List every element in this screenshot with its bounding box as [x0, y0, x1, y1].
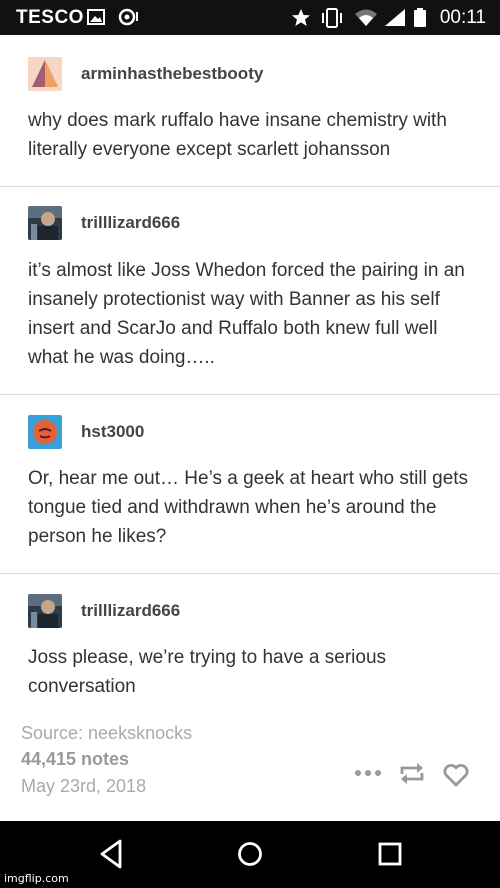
- avatar-pyramid-icon: [28, 57, 62, 91]
- post-text: Joss please, we’re trying to have a seri…: [28, 647, 387, 697]
- notes-count[interactable]: 44,415 notes: [21, 749, 129, 770]
- divider: [0, 573, 500, 574]
- avatar-photo-icon: [28, 594, 62, 628]
- signal-icon: [385, 9, 405, 26]
- post-source[interactable]: Source: neeksknocks: [21, 723, 192, 744]
- clock: 00:11: [439, 7, 486, 28]
- post-username[interactable]: arminhasthebestbooty: [81, 64, 263, 84]
- avatar[interactable]: [28, 415, 62, 449]
- star-icon: [292, 9, 310, 26]
- like-heart-icon[interactable]: [442, 762, 470, 788]
- avatar[interactable]: [28, 594, 62, 628]
- post-username[interactable]: trilllizard666: [81, 213, 180, 233]
- avatar[interactable]: [28, 57, 62, 91]
- wifi-icon: [355, 9, 377, 26]
- navigation-bar: imgflip.com: [0, 821, 500, 888]
- more-options-icon[interactable]: [354, 766, 382, 780]
- recent-apps-icon[interactable]: [375, 835, 405, 873]
- notification-icon: [118, 8, 138, 26]
- back-icon[interactable]: [96, 835, 126, 873]
- reblog-icon[interactable]: [398, 762, 426, 786]
- avatar[interactable]: [28, 206, 62, 240]
- battery-icon: [414, 8, 426, 27]
- post-date: May 23rd, 2018: [21, 776, 147, 796]
- post-username[interactable]: hst3000: [81, 422, 144, 442]
- avatar-photo-icon: [28, 206, 62, 240]
- vibrate-icon: [322, 8, 342, 28]
- post-text: Or, hear me out… He’s a geek at heart wh…: [28, 468, 469, 547]
- post-username[interactable]: trilllizard666: [81, 601, 180, 621]
- status-bar: TESCO 00:11: [0, 0, 500, 35]
- divider: [0, 394, 500, 395]
- image-icon: [87, 9, 105, 25]
- home-icon[interactable]: [235, 835, 265, 873]
- avatar-face-icon: [28, 415, 62, 449]
- post-text: it’s almost like Joss Whedon forced the …: [28, 260, 465, 368]
- divider: [0, 186, 500, 187]
- watermark: imgflip.com: [4, 872, 69, 885]
- carrier-name: TESCO: [16, 7, 84, 28]
- post-text: why does mark ruffalo have insane chemis…: [28, 110, 447, 160]
